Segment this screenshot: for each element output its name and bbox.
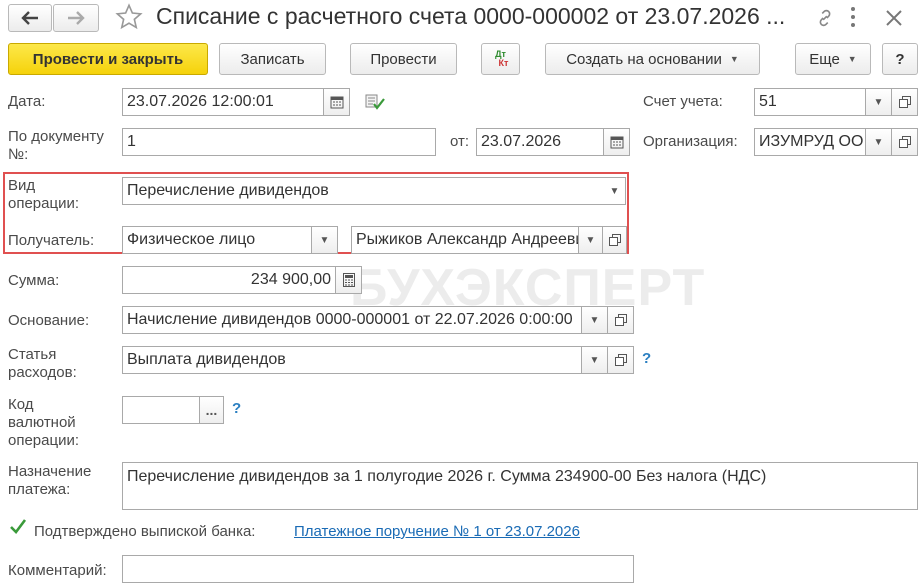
basis-open-button[interactable] [607,306,634,334]
help-button[interactable]: ? [882,43,918,75]
chevron-down-icon: ▼ [847,54,857,64]
more-button[interactable]: Еще ▼ [795,43,871,75]
back-button[interactable] [8,4,52,32]
open-window-icon [614,314,627,326]
chevron-down-icon: ▼ [609,185,620,197]
chevron-down-icon: ▼ [585,234,596,246]
payment-order-link[interactable]: Платежное поручение № 1 от 23.07.2026 [294,523,580,540]
basis-dropdown-button[interactable]: ▼ [581,306,608,334]
currency-input[interactable] [122,396,200,424]
comment-label: Комментарий: [8,562,107,579]
recipient-label: Получатель: [8,232,95,249]
date-input[interactable]: 23.07.2026 12:00:01 [122,88,324,116]
account-dropdown-button[interactable]: ▼ [865,88,892,116]
docnum-input[interactable]: 1 [122,128,436,156]
recipient-type-dropdown-button[interactable]: ▼ [311,226,338,254]
org-dropdown-button[interactable]: ▼ [865,128,892,156]
currency-select-button[interactable]: ... [199,396,224,424]
confirmed-label: Подтверждено выпиской банка: [34,523,256,540]
dt-kt-button[interactable]: Дт Кт [481,43,520,75]
expense-open-button[interactable] [607,346,634,374]
post-and-close-button[interactable]: Провести и закрыть [8,43,208,75]
expense-input[interactable]: Выплата дивидендов [122,346,582,374]
expense-label: Статья расходов: [8,346,77,381]
window-title: Списание с расчетного счета 0000-000002 … [156,3,786,29]
chevron-down-icon: ▼ [589,354,600,366]
org-label: Организация: [643,133,738,150]
org-input[interactable]: ИЗУМРУД ОО [754,128,866,156]
org-open-button[interactable] [891,128,918,156]
kt-label: Кт [498,58,509,68]
from-label: от: [450,133,470,150]
chevron-down-icon: ▼ [729,54,739,64]
calendar-button[interactable] [323,88,350,116]
account-open-button[interactable] [891,88,918,116]
recipient-name-dropdown-button[interactable]: ▼ [578,226,603,254]
docnum-label: По документу №: [8,128,104,163]
link-icon[interactable] [814,7,836,33]
currency-help-icon[interactable]: ? [232,400,241,417]
close-icon[interactable] [884,8,904,32]
comment-input[interactable] [122,555,634,583]
create-based-on-button[interactable]: Создать на основании ▼ [545,43,760,75]
account-label: Счет учета: [643,93,723,110]
favorite-star-icon[interactable] [115,3,143,35]
chevron-down-icon: ▼ [319,234,330,246]
forward-button[interactable] [53,4,99,32]
recipient-name-input[interactable]: Рыжиков Александр Андреевич [351,226,579,254]
open-window-icon [898,96,911,108]
chevron-down-icon: ▼ [589,314,600,326]
basis-label: Основание: [8,312,90,329]
edit-check-icon[interactable] [365,93,385,115]
optype-input[interactable]: Перечисление дивидендов [122,177,605,205]
date-label: Дата: [8,93,46,110]
create-based-on-label: Создать на основании [566,50,722,68]
save-button[interactable]: Записать [219,43,326,75]
more-label: Еще [809,50,840,68]
confirmed-checkbox[interactable] [9,518,27,540]
post-button[interactable]: Провести [350,43,457,75]
open-window-icon [898,136,911,148]
open-window-icon [608,234,621,246]
chevron-down-icon: ▼ [873,96,884,108]
expense-dropdown-button[interactable]: ▼ [581,346,608,374]
arrow-right-icon [68,11,85,25]
calculator-button[interactable] [335,266,362,294]
recipient-type-input[interactable]: Физическое лицо [122,226,312,254]
sum-input[interactable]: 234 900,00 [122,266,336,294]
purpose-textarea[interactable]: Перечисление дивидендов за 1 полугодие 2… [122,462,918,510]
checkmark-icon [10,519,27,534]
optype-label: Вид операции: [8,177,80,212]
purpose-label: Назначение платежа: [8,463,92,498]
calculator-icon [342,273,355,287]
calendar-icon [330,96,343,109]
account-input[interactable]: 51 [754,88,866,116]
currency-label: Код валютной операции: [8,396,80,449]
expense-help-icon[interactable]: ? [642,350,651,367]
basis-input[interactable]: Начисление дивидендов 0000-000001 от 22.… [122,306,582,334]
menu-dots-icon[interactable] [850,6,870,30]
optype-dropdown-button[interactable]: ▼ [604,177,626,205]
arrow-left-icon [21,11,38,25]
chevron-down-icon: ▼ [873,136,884,148]
open-window-icon [614,354,627,366]
from-date-input[interactable]: 23.07.2026 [476,128,604,156]
from-calendar-button[interactable] [603,128,630,156]
calendar-icon [610,136,623,149]
recipient-open-button[interactable] [602,226,627,254]
sum-label: Сумма: [8,272,60,289]
